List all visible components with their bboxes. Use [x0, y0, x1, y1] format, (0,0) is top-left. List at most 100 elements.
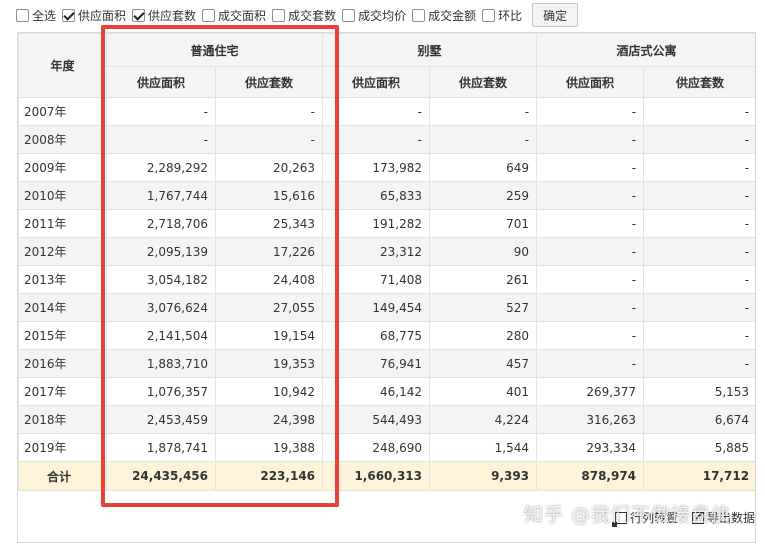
table-cell: - — [643, 321, 755, 350]
checkbox-icon[interactable] — [272, 8, 286, 22]
group-header-ordinary-housing: 普通住宅 — [105, 33, 324, 67]
table-cell: 15,616 — [214, 181, 324, 210]
table-cell: - — [536, 209, 645, 238]
filter-deal-avg-price[interactable]: 成交均价 — [342, 7, 406, 24]
table-cell: 23,312 — [322, 237, 431, 266]
filter-label: 环比 — [498, 8, 523, 23]
filter-deal-amount[interactable]: 成交金额 — [412, 7, 476, 24]
table-cell: 3,076,624 — [106, 293, 216, 322]
table-cell: - — [106, 97, 216, 126]
subheader-supply-area: 供应面积 — [322, 66, 431, 98]
table-cell: - — [536, 293, 645, 322]
table-cell: - — [536, 153, 645, 182]
export-button[interactable]: 导出数据 — [691, 509, 755, 526]
filter-label: 成交均价 — [358, 8, 407, 23]
checkbox-checked-icon[interactable] — [62, 8, 76, 22]
table-cell: - — [322, 125, 431, 154]
table-cell: 19,154 — [214, 321, 324, 350]
table-cell: - — [536, 181, 645, 210]
table-cell: - — [429, 125, 538, 154]
year-cell: 2017年 — [18, 377, 107, 406]
table-cell: 2,095,139 — [106, 237, 216, 266]
filter-label: 供应面积 — [78, 8, 127, 23]
filter-label: 成交金额 — [428, 8, 477, 23]
table-cell: 20,263 — [214, 153, 324, 182]
table-cell: 261 — [429, 265, 538, 294]
table-cell: - — [536, 125, 645, 154]
table-cell: 4,224 — [429, 405, 538, 434]
year-cell: 2007年 — [18, 97, 107, 126]
table-cell: - — [643, 265, 755, 294]
table-cell: - — [536, 237, 645, 266]
checkbox-icon[interactable] — [342, 8, 356, 22]
table-cell: - — [643, 209, 755, 238]
table-cell: - — [643, 349, 755, 378]
table-cell: 701 — [429, 209, 538, 238]
year-cell: 2013年 — [18, 265, 107, 294]
table-cell: - — [536, 349, 645, 378]
table-cell: 5,885 — [643, 433, 755, 462]
table-cell: 76,941 — [322, 349, 431, 378]
filter-deal-units[interactable]: 成交套数 — [272, 7, 336, 24]
table-cell: 10,942 — [214, 377, 324, 406]
table-row: 2014年 3,076,624 27,055 149,454 527- - — [18, 293, 755, 322]
year-cell: 2014年 — [18, 293, 107, 322]
table-cell: 1,883,710 — [106, 349, 216, 378]
total-cell: 878,974 — [536, 461, 645, 491]
table-cell: 19,353 — [214, 349, 324, 378]
table-cell: 649 — [429, 153, 538, 182]
filter-select-all[interactable]: 全选 — [16, 7, 56, 24]
table-cell: - — [106, 125, 216, 154]
table-cell: - — [429, 97, 538, 126]
year-cell: 2016年 — [18, 349, 107, 378]
table-cell: 191,282 — [322, 209, 431, 238]
total-cell: 1,660,313 — [322, 461, 431, 491]
transpose-button[interactable]: 行列转置 — [611, 509, 678, 527]
filter-supply-units[interactable]: 供应套数 — [132, 7, 196, 24]
year-cell: 2011年 — [18, 209, 107, 238]
subheader-supply-units: 供应套数 — [214, 66, 324, 98]
checkbox-icon[interactable] — [412, 8, 426, 22]
table-cell: 173,982 — [322, 153, 431, 182]
confirm-button[interactable]: 确定 — [532, 3, 579, 27]
checkbox-icon[interactable] — [202, 8, 216, 22]
table-cell: - — [643, 125, 755, 154]
table-cell: 2,718,706 — [106, 209, 216, 238]
table-cell: 5,153 — [643, 377, 755, 406]
year-cell: 2018年 — [18, 405, 107, 434]
table-cell: - — [536, 97, 645, 126]
table-cell: 2,141,504 — [106, 321, 216, 350]
table-row: 2015年 2,141,504 19,154 68,775 280- - — [18, 321, 755, 350]
year-cell: 2010年 — [18, 181, 107, 210]
checkbox-checked-icon[interactable] — [132, 8, 146, 22]
subheader-supply-units: 供应套数 — [643, 66, 755, 98]
total-cell: 9,393 — [429, 461, 538, 491]
table-row: 2009年 2,289,292 20,263 173,982 649- - — [18, 153, 755, 182]
table-row: 2017年 1,076,357 10,942 46,142 401 269,377 5,15… — [18, 377, 755, 406]
table-cell: 71,408 — [322, 265, 431, 294]
subheader-supply-area: 供应面积 — [106, 66, 216, 98]
table-cell: 3,054,182 — [106, 265, 216, 294]
filter-deal-area[interactable]: 成交面积 — [202, 7, 266, 24]
filter-supply-area[interactable]: 供应面积 — [62, 7, 126, 24]
table-cell: 293,334 — [536, 433, 645, 462]
table-row: 2012年 2,095,139 17,226 23,312 90- - — [18, 237, 755, 266]
table-row: 2019年 1,878,741 19,388 248,690 1,544 293,334 5… — [18, 433, 755, 462]
subheader-supply-units: 供应套数 — [429, 66, 538, 98]
table-cell: 1,767,744 — [106, 181, 216, 210]
year-cell: 2008年 — [18, 125, 107, 154]
checkbox-icon[interactable] — [482, 8, 496, 22]
table-row: 2018年 2,453,459 24,398 544,493 4,224 316,263 6… — [18, 405, 755, 434]
year-header: 年度 — [18, 33, 107, 98]
filter-label: 全选 — [32, 8, 57, 23]
table-cell: 401 — [429, 377, 538, 406]
table-cell: 68,775 — [322, 321, 431, 350]
table-cell: 6,674 — [643, 405, 755, 434]
filter-mom[interactable]: 环比 — [482, 7, 522, 24]
table-cell: 24,398 — [214, 405, 324, 434]
year-cell: 2019年 — [18, 433, 107, 462]
table-cell: - — [643, 181, 755, 210]
table-cell: 248,690 — [322, 433, 431, 462]
table-cell: 1,076,357 — [106, 377, 216, 406]
checkbox-icon[interactable] — [16, 8, 29, 22]
